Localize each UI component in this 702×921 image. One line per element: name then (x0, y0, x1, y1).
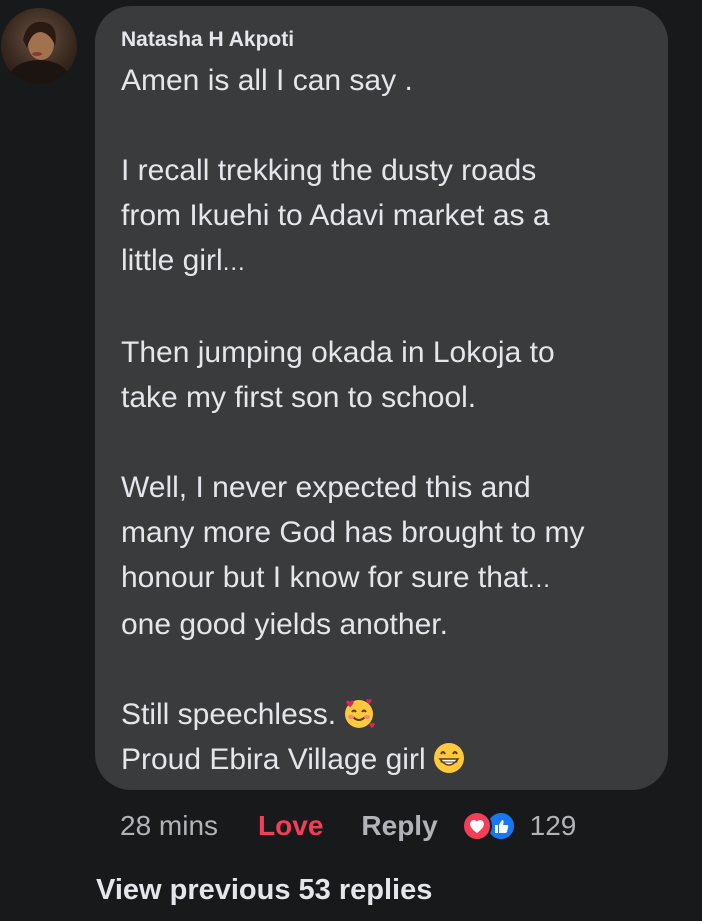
comment-line: little girl... (121, 244, 246, 277)
comment-line: one good yields another. (121, 608, 448, 641)
comment-author[interactable]: Natasha H Akpoti (121, 28, 648, 52)
reaction-count: 129 (529, 810, 577, 841)
heart-reaction-icon (461, 811, 492, 841)
reactions-summary[interactable]: 129 (461, 810, 577, 842)
smiling-face-with-hearts-emoji-icon (342, 696, 376, 730)
reply-button[interactable]: Reply (361, 810, 437, 842)
comment-line: take my first son to school. (121, 381, 477, 414)
grinning-face-emoji-icon (432, 741, 466, 775)
love-button[interactable]: Love (258, 810, 323, 842)
comment-thread: Natasha H Akpoti Amen is all I can say .… (0, 0, 702, 921)
comment-actions: 28 mins Love Reply 129 (120, 806, 576, 846)
profile-photo-icon (9, 21, 69, 84)
comment-line: Well, I never expected this and (121, 471, 531, 504)
comment-line: Still speechless. (121, 692, 648, 737)
comment-line: from Ikuehi to Adavi market as a (121, 199, 550, 232)
ellipsis: ... (527, 566, 551, 593)
comment-line: Amen is all I can say . (121, 64, 413, 97)
comment-bubble: Natasha H Akpoti Amen is all I can say .… (95, 6, 668, 790)
comment-line: honour but I know for sure that... (121, 561, 551, 594)
view-previous-replies-link[interactable]: View previous 53 replies (96, 872, 432, 908)
comment-line: Then jumping okada in Lokoja to (121, 336, 555, 369)
ellipsis: ... (222, 249, 246, 276)
comment-line: Proud Ebira Village girl (121, 737, 648, 782)
avatar[interactable] (1, 8, 77, 84)
comment-line: I recall trekking the dusty roads (121, 154, 537, 187)
comment-text: Amen is all I can say . I recall trekkin… (121, 58, 648, 782)
comment-line: many more God has brought to my (121, 516, 585, 549)
timestamp[interactable]: 28 mins (120, 810, 218, 842)
